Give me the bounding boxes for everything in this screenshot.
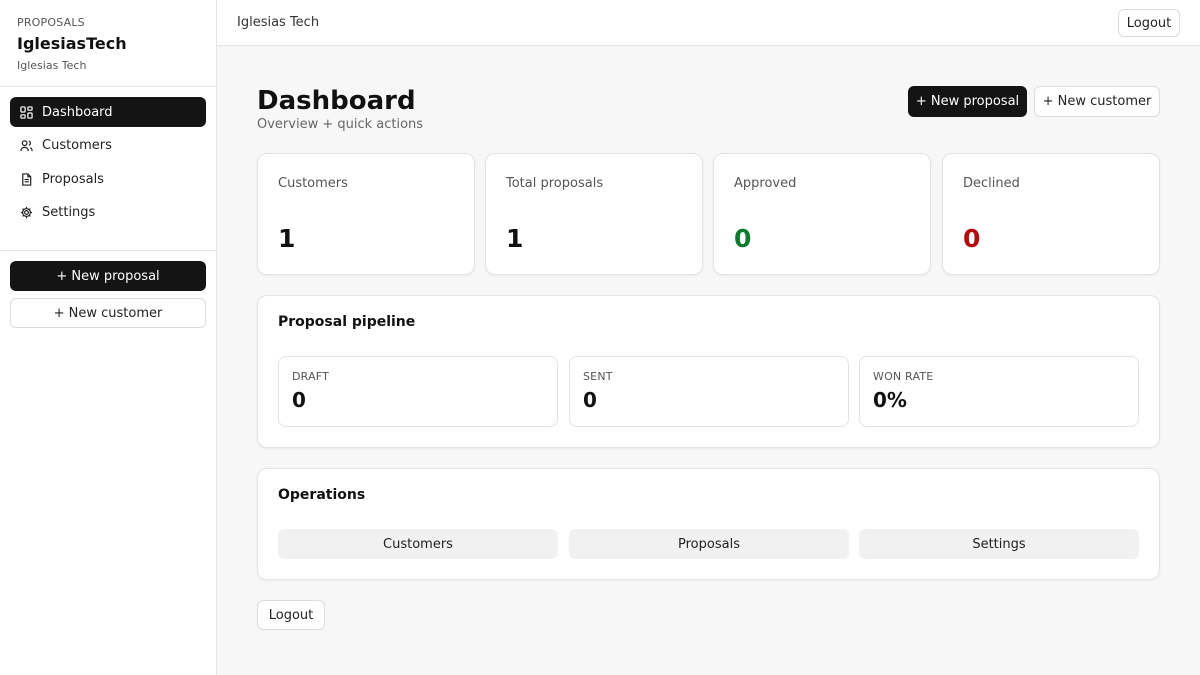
pipeline-title: Proposal pipeline xyxy=(278,314,416,330)
stat-value: 1 xyxy=(278,224,296,253)
sidebar-item-label: Dashboard xyxy=(42,104,113,120)
pipeline-label: DRAFT xyxy=(292,370,330,383)
sidebar-item-proposals[interactable]: Proposals xyxy=(10,164,206,194)
logout-button[interactable]: Logout xyxy=(257,600,325,630)
sidebar-item-label: Proposals xyxy=(42,171,104,187)
stat-label: Total proposals xyxy=(506,176,604,191)
sidebar-nav: Dashboard Customers Proposals Settings xyxy=(0,87,216,251)
stat-value: 0 xyxy=(734,224,752,253)
topbar: Iglesias Tech Logout xyxy=(217,0,1200,46)
stat-label: Approved xyxy=(734,176,797,191)
stat-label: Customers xyxy=(278,176,348,191)
ops-customers-button[interactable]: Customers xyxy=(278,529,558,559)
page-title: Dashboard xyxy=(257,86,416,116)
topbar-logout-button[interactable]: Logout xyxy=(1118,9,1180,37)
stat-card-customers: Customers 1 xyxy=(257,153,475,275)
new-proposal-button[interactable]: + New proposal xyxy=(908,86,1027,117)
sidebar-item-settings[interactable]: Settings xyxy=(10,198,206,228)
topbar-title: Iglesias Tech xyxy=(237,15,320,30)
pipeline-value: 0% xyxy=(873,388,907,412)
grid-icon xyxy=(20,105,33,119)
sidebar-item-dashboard[interactable]: Dashboard xyxy=(10,97,206,127)
sidebar-new-proposal-button[interactable]: + New proposal xyxy=(10,261,206,291)
stat-label: Declined xyxy=(963,176,1020,191)
pipeline-value: 0 xyxy=(583,388,597,412)
pipeline-value: 0 xyxy=(292,388,306,412)
page-subtitle: Overview + quick actions xyxy=(257,117,424,132)
brand-name: IglesiasTech xyxy=(17,34,127,53)
stat-card-total-proposals: Total proposals 1 xyxy=(485,153,703,275)
sidebar-new-customer-button[interactable]: + New customer xyxy=(10,298,206,328)
pipeline-won-rate: WON RATE 0% xyxy=(859,356,1139,427)
pipeline-panel: Proposal pipeline DRAFT 0 SENT 0 WON RAT… xyxy=(257,295,1160,448)
operations-panel: Operations Customers Proposals Settings xyxy=(257,468,1160,580)
sidebar-item-label: Settings xyxy=(42,205,96,220)
pipeline-draft: DRAFT 0 xyxy=(278,356,558,427)
stat-card-approved: Approved 0 xyxy=(713,153,931,275)
pipeline-sent: SENT 0 xyxy=(569,356,849,427)
brand-block: PROPOSALS IglesiasTech Iglesias Tech xyxy=(0,0,216,87)
ops-settings-button[interactable]: Settings xyxy=(859,529,1139,559)
sidebar-item-label: Customers xyxy=(42,138,112,153)
operations-title: Operations xyxy=(278,487,366,503)
stat-value: 1 xyxy=(506,224,524,253)
pipeline-label: SENT xyxy=(583,370,613,383)
brand-kicker: PROPOSALS xyxy=(17,16,85,29)
brand-org: Iglesias Tech xyxy=(17,59,87,72)
sidebar-item-customers[interactable]: Customers xyxy=(10,131,206,161)
stat-card-declined: Declined 0 xyxy=(942,153,1160,275)
users-icon xyxy=(20,139,33,152)
gear-icon xyxy=(20,206,33,219)
stats-row: Customers 1 Total proposals 1 Approved 0… xyxy=(257,153,1160,275)
pipeline-label: WON RATE xyxy=(873,370,934,383)
sidebar-actions: + New proposal + New customer xyxy=(0,251,216,345)
new-customer-button[interactable]: + New customer xyxy=(1034,86,1160,117)
stat-value: 0 xyxy=(963,224,981,253)
sidebar: PROPOSALS IglesiasTech Iglesias Tech Das… xyxy=(0,0,217,675)
document-icon xyxy=(20,172,33,186)
ops-proposals-button[interactable]: Proposals xyxy=(569,529,849,559)
